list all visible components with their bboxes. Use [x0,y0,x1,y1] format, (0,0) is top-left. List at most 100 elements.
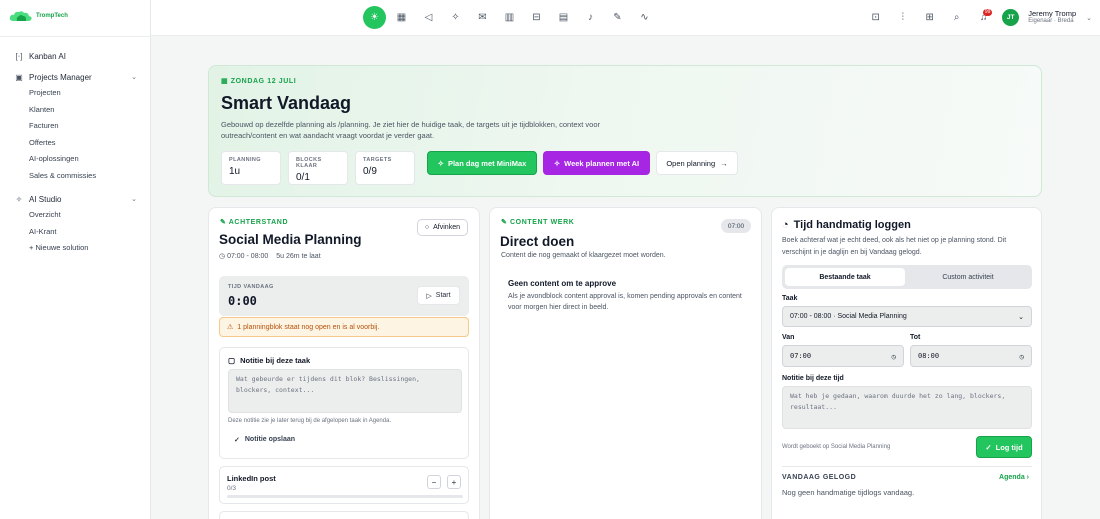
stats-row: PLANNING 1u BLOCKS KLAAR 0/1 TARGETS 0/9 [221,151,415,185]
hero-description: Gebouwd op dezelfde planning als /planni… [221,120,600,140]
chevron-down-icon: ⌄ [131,196,137,203]
robot-icon[interactable]: ⊞ [918,6,941,29]
sidebar-item-offertes[interactable]: Offertes [0,135,151,152]
sparkles-icon[interactable]: ✧ [444,6,467,29]
chevron-down-icon[interactable]: ⌄ [1086,14,1092,22]
sidebar-item-sales[interactable]: Sales & commissies [0,168,151,185]
log-time-button[interactable]: ✓ Log tijd [976,436,1032,458]
plan-day-button[interactable]: ✧ Plan dag met MiniMax [427,151,537,175]
sidebar-group-projects-manager[interactable]: ▣ Projects Manager ⌄ [0,69,151,85]
log-note-textarea[interactable]: Wat heb je gedaan, waarom duurde het zo … [782,386,1032,429]
chat-icon: ▢ [228,356,236,365]
chevron-right-icon: › [1024,474,1029,481]
sidebar-group-label: Projects Manager [29,72,92,82]
play-icon: ▷ [426,292,432,300]
task-note-textarea[interactable]: Wat gebeurde er tijdens dit blok? Beslis… [228,369,462,413]
to-label: Tot [910,334,921,341]
sidebar-item-kanban[interactable]: [‧] Kanban AI [0,48,151,64]
hero-date: ▦ ZONDAG 12 JULI [221,78,297,85]
notebook-icon[interactable]: ✎ [606,6,629,29]
booked-on-text: Wordt geboekt op Social Media Planning [782,444,891,450]
pencil-icon: ✎ [220,219,229,226]
plan-week-button[interactable]: ✧ Week plannen met AI [543,151,650,175]
task-select[interactable]: 07:00 - 08:00 · Social Media Planning ⌄ [782,306,1032,327]
clock-icon: ◷ [891,351,896,361]
agenda-link[interactable]: Agenda › [999,474,1029,481]
sidebar-item-new-solution[interactable]: + Nieuwe solution [0,240,151,257]
start-button[interactable]: ▷ Start [417,286,460,305]
clock-icon: ◷ [1019,351,1024,361]
bell-icon[interactable]: ♫ 99 [972,6,995,29]
sidebar-item-facturen[interactable]: Facturen [0,118,151,135]
timer-value: 0:00 [228,294,257,308]
check-off-button[interactable]: ○ Afvinken [416,219,468,236]
chevron-down-icon: ⌄ [131,74,137,81]
log-description: Boek achteraf wat je echt deed, ook als … [782,237,1007,256]
log-mode-toggle: Bestaande taak Custom activiteit [782,265,1032,289]
sidebar-nav: [‧] Kanban AI ▣ Projects Manager ⌄ Proje… [0,48,151,257]
activity-icon[interactable]: ∿ [633,6,656,29]
tab-custom-activity[interactable]: Custom activiteit [907,268,1029,286]
timer-panel: TIJD VANDAAG 0:00 ▷ Start [219,276,469,316]
hero-panel: ▦ ZONDAG 12 JULI Smart Vandaag Gebouwd o… [208,65,1042,197]
megaphone-icon[interactable]: ◁ [417,6,440,29]
sidebar: TrompTech [‧] Kanban AI ▣ Projects Manag… [0,0,151,519]
check-icon: ✓ [985,442,992,452]
save-note-button[interactable]: ✓ Notitie opslaan [234,436,295,444]
calendar-icon[interactable]: ▦ [390,6,413,29]
newspaper-icon[interactable]: ▤ [552,6,575,29]
car-icon[interactable]: ⊟ [525,6,548,29]
sun-icon[interactable]: ☀ [363,6,386,29]
sidebar-divider [0,36,151,37]
topbar-app-icons: ☀ ▦ ◁ ✧ ✉ ▥ ⊟ ▤ ♪ ✎ ∿ [363,6,656,29]
time-log-card: ◔ Tijd handmatig loggen Boek achteraf wat… [771,207,1042,519]
brand-logo[interactable]: TrompTech [9,10,68,22]
target-row: LinkedIn post 0/3 − + [219,466,469,504]
sidebar-group-ai-studio[interactable]: ✧ AI Studio ⌄ [0,191,151,207]
from-time-input[interactable]: 07:00 ◷ [782,345,904,367]
content-card: ✎ CONTENT WERK 07:00 Direct doen Content… [489,207,762,519]
from-label: Van [782,334,795,341]
tab-existing-task[interactable]: Bestaande taak [785,268,905,286]
note-help-text: Deze notitie zie je later terug bij de a… [228,418,392,424]
decrement-button[interactable]: − [427,475,441,489]
topbar: ☀ ▦ ◁ ✧ ✉ ▥ ⊟ ▤ ♪ ✎ ∿ ⊡ ⫶ ⊞ ⌕ ♫ 99 JT Jer… [151,0,1100,36]
to-time-input[interactable]: 08:00 ◷ [910,345,1032,367]
overdue-warning: ⚠ 1 planningblok staat nog open en is al … [219,317,469,337]
circle-icon: ○ [424,224,430,231]
warning-icon: ⚠ [227,324,234,331]
timer-icon: ◔ [782,219,789,231]
sidebar-item-klanten[interactable]: Klanten [0,102,151,119]
user-role: Eigenaar · Breda [1028,18,1074,25]
avatar[interactable]: JT [1002,9,1020,26]
card-kicker: ✎ ACHTERSTAND [220,219,289,226]
waveform-icon[interactable]: ⫶ [891,6,914,29]
sidebar-item-projecten[interactable]: Projecten [0,85,151,102]
check-icon: ✓ [234,437,240,444]
today-logged-title: VANDAAG GELOGD [782,474,857,481]
scan-icon[interactable]: ⊡ [864,6,887,29]
empty-state: Geen content om te approve Als je avondb… [508,279,742,311]
sidebar-item-ai-krant[interactable]: AI-Krant [0,224,151,241]
card-kicker: ✎ CONTENT WERK [501,219,575,226]
increment-button[interactable]: + [447,475,461,489]
clock-icon: ◷ [219,253,228,260]
search-icon[interactable]: ⌕ [945,6,968,29]
kanban-icon: [‧] [15,51,23,61]
content-title: Direct doen [500,234,575,249]
calendar-icon: ▦ [221,78,231,85]
sidebar-item-overzicht[interactable]: Overzicht [0,207,151,224]
stat-planning: PLANNING 1u [221,151,281,185]
task-meta: ◷ 07:00 - 08:00 5u 26m te laat [219,253,321,260]
microphone-icon[interactable]: ♪ [579,6,602,29]
arrow-right-icon: → [720,158,728,168]
map-icon[interactable]: ▥ [498,6,521,29]
sidebar-item-ai-oplossingen[interactable]: AI-oplossingen [0,151,151,168]
notification-badge: 99 [983,9,993,16]
mail-icon[interactable]: ✉ [471,6,494,29]
task-note-panel: ▢ Notitie bij deze taak Wat gebeurde er t… [219,347,469,459]
open-planning-button[interactable]: Open planning → [656,151,738,175]
user-menu[interactable]: Jeremy Tromp Eigenaar · Breda [1028,9,1076,25]
sparkles-icon: ✧ [15,194,23,204]
sidebar-item-label: Kanban AI [29,51,66,61]
